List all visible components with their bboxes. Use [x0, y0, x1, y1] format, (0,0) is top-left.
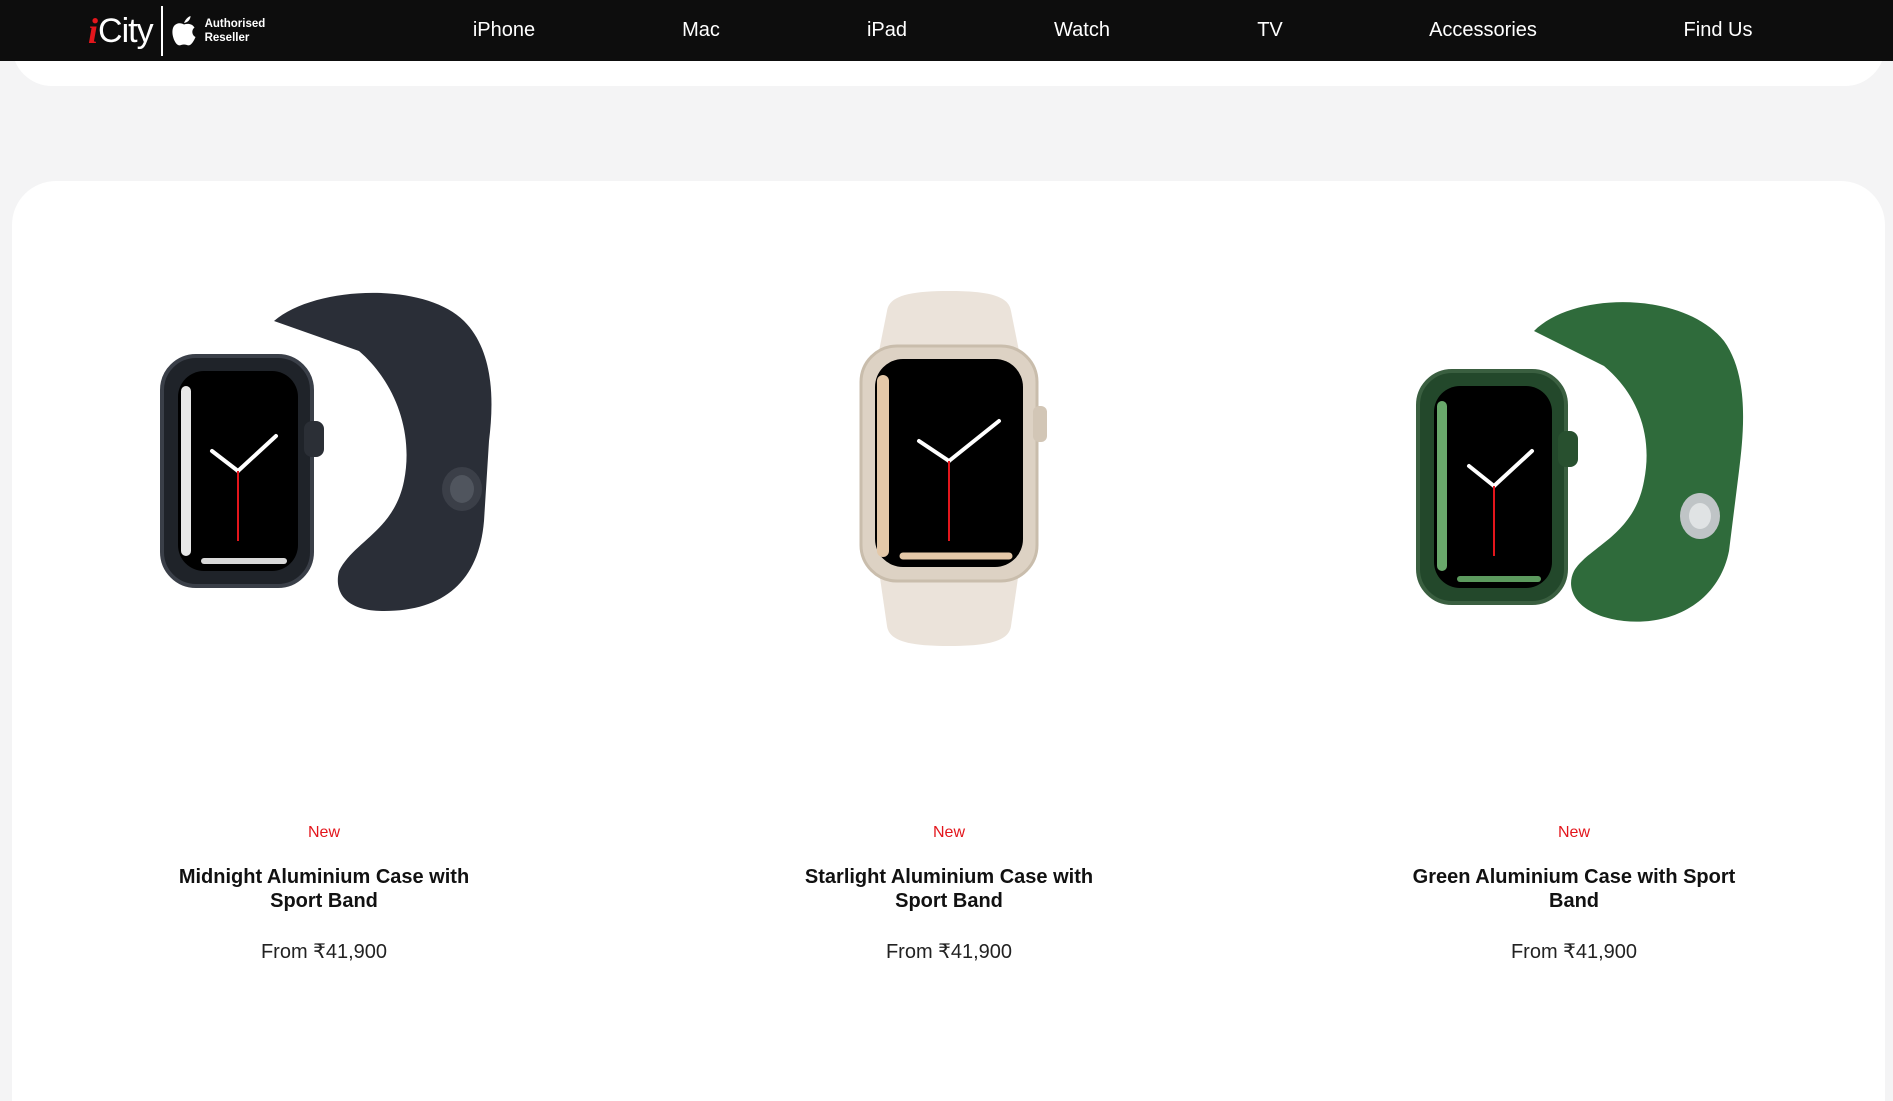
product-title[interactable]: Starlight Aluminium Case with Sport Band [779, 865, 1119, 913]
nav-tv[interactable]: TV [1257, 0, 1283, 61]
logo-divider [160, 6, 163, 56]
nav-find-us[interactable]: Find Us [1684, 0, 1753, 61]
green-watch-icon [1416, 302, 1744, 622]
logo-i: i [88, 11, 99, 51]
nav-mac[interactable]: Mac [682, 0, 720, 61]
product-title[interactable]: Midnight Aluminium Case with Sport Band [154, 865, 494, 913]
product-card-starlight[interactable]: New Starlight Aluminium Case with Sport … [679, 181, 1219, 981]
product-card-green[interactable]: New Green Aluminium Case with Sport Band… [1304, 181, 1844, 981]
nav-watch[interactable]: Watch [1054, 0, 1110, 61]
nav-ipad[interactable]: iPad [867, 0, 907, 61]
icity-logo[interactable]: i City Authorised Reseller [88, 6, 265, 56]
top-navigation-bar: i City Authorised Reseller iPhone Mac iP… [0, 0, 1893, 61]
product-card-midnight[interactable]: New Midnight Aluminium Case with Sport B… [54, 181, 594, 981]
product-price: From ₹41,900 [1510, 941, 1638, 963]
logo-city: City [98, 12, 154, 50]
product-title[interactable]: Green Aluminium Case with Sport Band [1404, 865, 1744, 913]
apple-logo-icon [171, 16, 196, 46]
reseller-line-2: Reseller [204, 32, 250, 44]
starlight-watch-icon [859, 291, 1047, 646]
product-price: From ₹41,900 [885, 941, 1013, 963]
reseller-line-1: Authorised [204, 18, 266, 30]
nav-accessories[interactable]: Accessories [1429, 0, 1537, 61]
new-badge: New [932, 824, 965, 841]
new-badge: New [307, 824, 340, 841]
midnight-watch-icon [160, 292, 492, 611]
product-price: From ₹41,900 [260, 941, 388, 963]
authorised-reseller-text: Authorised Reseller [205, 17, 266, 45]
nav-iphone[interactable]: iPhone [473, 0, 535, 61]
new-badge: New [1557, 824, 1590, 841]
